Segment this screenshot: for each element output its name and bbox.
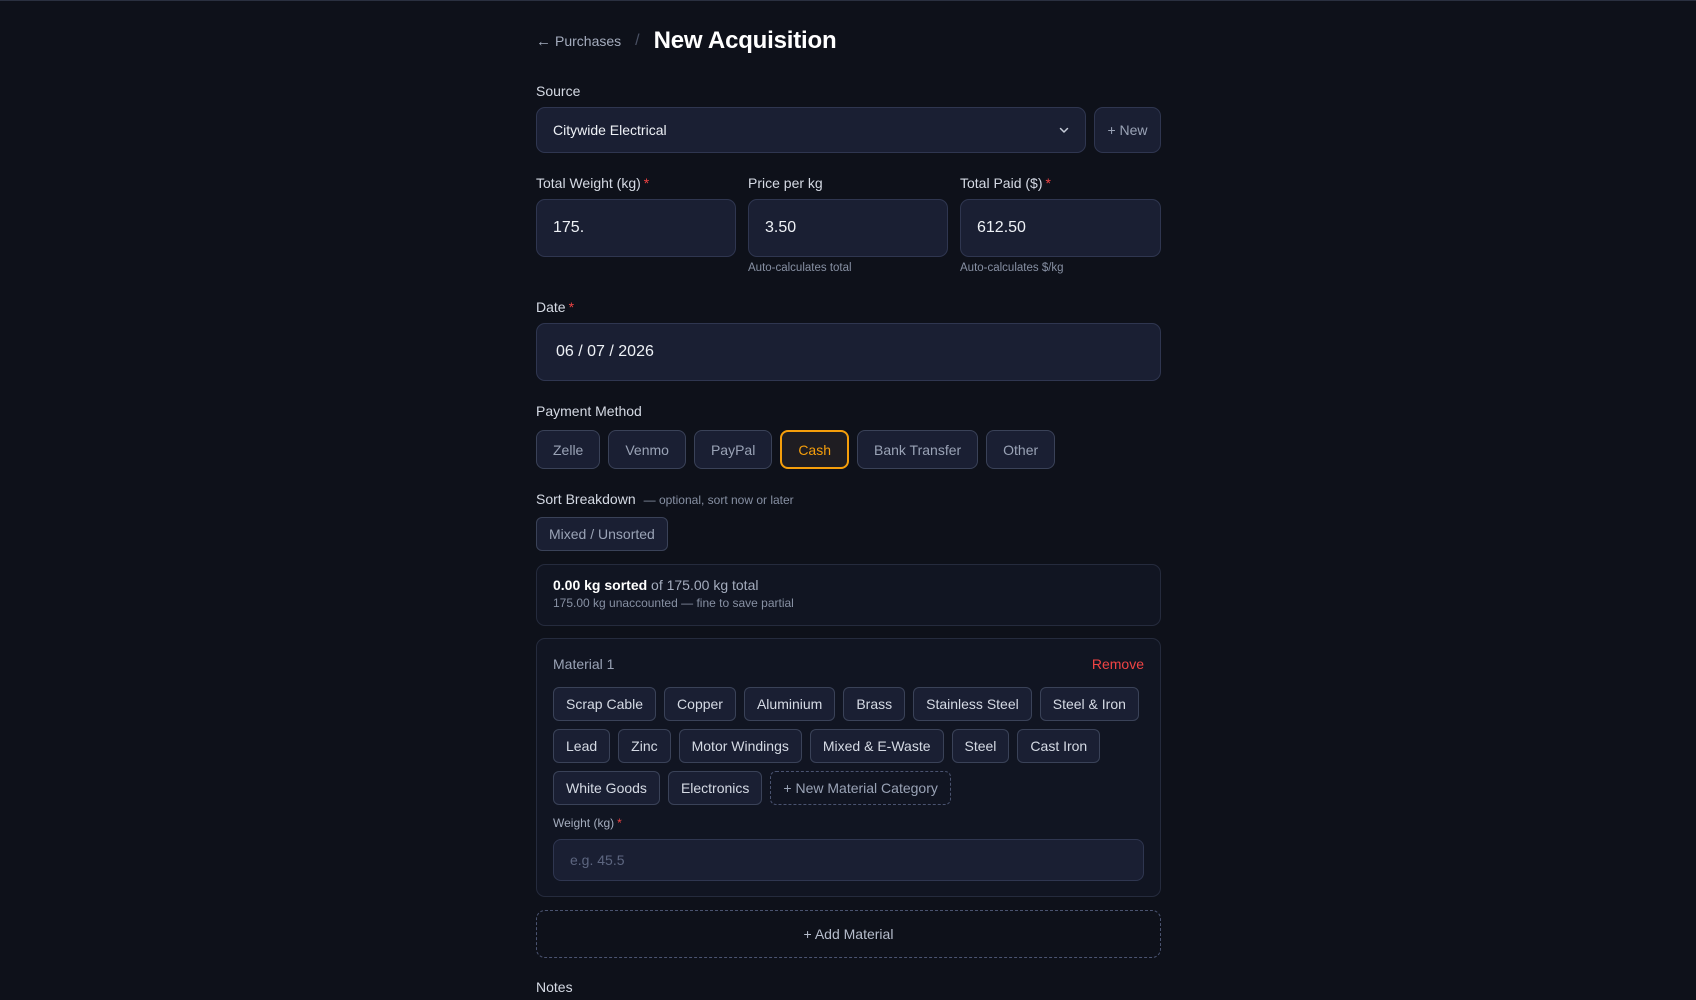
date-label: Date * [536, 299, 575, 315]
price-per-kg-label: Price per kg [748, 175, 823, 191]
breadcrumb: ← Purchases / New Acquisition [536, 27, 837, 54]
sort-breakdown-heading: Sort Breakdown — optional, sort now or l… [536, 491, 794, 507]
arrow-left-icon: ← [536, 32, 551, 50]
add-material-button[interactable]: + Add Material [536, 910, 1161, 958]
back-link[interactable]: ← Purchases [536, 33, 621, 50]
sort-breakdown-label: Sort Breakdown [536, 491, 636, 507]
total-paid-hint: Auto-calculates $/kg [960, 262, 1064, 274]
total-weight-label: Total Weight (kg) * [536, 175, 650, 191]
back-link-label: Purchases [555, 33, 622, 49]
payment-method-label: Payment Method [536, 403, 642, 419]
material-category-chips: Scrap Cable Copper Aluminium Brass Stainless… [553, 687, 1153, 805]
material-chip-aluminium[interactable]: Aluminium [743, 687, 836, 721]
breadcrumb-separator: / [635, 32, 640, 49]
material-title: Material 1 [553, 656, 615, 672]
source-select[interactable]: Citywide Electrical [536, 107, 1086, 153]
required-marker: * [617, 816, 622, 830]
sort-breakdown-hint: — optional, sort now or later [643, 493, 794, 507]
material-chip-brass[interactable]: Brass [843, 687, 906, 721]
total-paid-label: Total Paid ($) * [960, 175, 1051, 191]
payment-method-paypal[interactable]: PayPal [693, 430, 773, 469]
total-paid-input[interactable]: 612.50 [960, 199, 1161, 257]
price-hint: Auto-calculates total [748, 262, 852, 274]
notes-label: Notes [536, 979, 573, 995]
material-chip-cast-iron[interactable]: Cast Iron [1017, 729, 1101, 763]
chevron-down-icon [1059, 127, 1069, 133]
new-source-button[interactable]: + New [1094, 107, 1161, 153]
material-chip-white-goods[interactable]: White Goods [553, 771, 660, 805]
required-marker: * [643, 175, 650, 191]
required-marker: * [568, 299, 575, 315]
payment-method-zelle[interactable]: Zelle [536, 430, 601, 469]
sorted-total: of 175.00 kg total [651, 577, 759, 593]
sorted-summary: 0.00 kg sorted of 175.00 kg total 175.00… [536, 564, 1161, 626]
page-title: New Acquisition [653, 27, 837, 54]
source-selected-value: Citywide Electrical [553, 122, 667, 138]
material-chip-copper[interactable]: Copper [664, 687, 736, 721]
material-chip-steel-iron[interactable]: Steel & Iron [1039, 687, 1139, 721]
remove-material-button[interactable]: Remove [1092, 656, 1144, 672]
material-weight-label: Weight (kg) * [553, 816, 622, 830]
unaccounted-text: 175.00 kg unaccounted — fine to save par… [553, 596, 794, 610]
material-chip-motor-windings[interactable]: Motor Windings [678, 729, 802, 763]
date-input[interactable]: 06 / 07 / 2026 [536, 323, 1161, 381]
material-card: Material 1 Remove Scrap Cable Copper Alumi… [536, 638, 1161, 897]
material-chip-scrap-cable[interactable]: Scrap Cable [553, 687, 657, 721]
material-chip-zinc[interactable]: Zinc [618, 729, 671, 763]
price-per-kg-input[interactable]: 3.50 [748, 199, 948, 257]
mixed-unsorted-chip[interactable]: Mixed / Unsorted [536, 517, 668, 551]
payment-method-bank-transfer[interactable]: Bank Transfer [857, 430, 979, 469]
payment-method-cash[interactable]: Cash [780, 430, 849, 469]
payment-method-venmo[interactable]: Venmo [608, 430, 686, 469]
total-weight-input[interactable]: 175. [536, 199, 736, 257]
material-chip-stainless-steel[interactable]: Stainless Steel [913, 687, 1032, 721]
material-chip-mixed-e-waste[interactable]: Mixed & E-Waste [809, 729, 944, 763]
sorted-summary-main: 0.00 kg sorted of 175.00 kg total [553, 577, 1144, 593]
sorted-amount: 0.00 kg sorted [553, 577, 648, 593]
material-weight-input[interactable] [553, 839, 1144, 881]
new-material-category-button[interactable]: + New Material Category [770, 771, 951, 805]
payment-method-group: Zelle Venmo PayPal Cash Bank Transfer Other [536, 430, 1056, 469]
material-chip-lead[interactable]: Lead [553, 729, 611, 763]
required-marker: * [1045, 175, 1051, 191]
source-label: Source [536, 83, 581, 99]
payment-method-other[interactable]: Other [986, 430, 1056, 469]
material-chip-steel[interactable]: Steel [951, 729, 1010, 763]
material-chip-electronics[interactable]: Electronics [667, 771, 763, 805]
